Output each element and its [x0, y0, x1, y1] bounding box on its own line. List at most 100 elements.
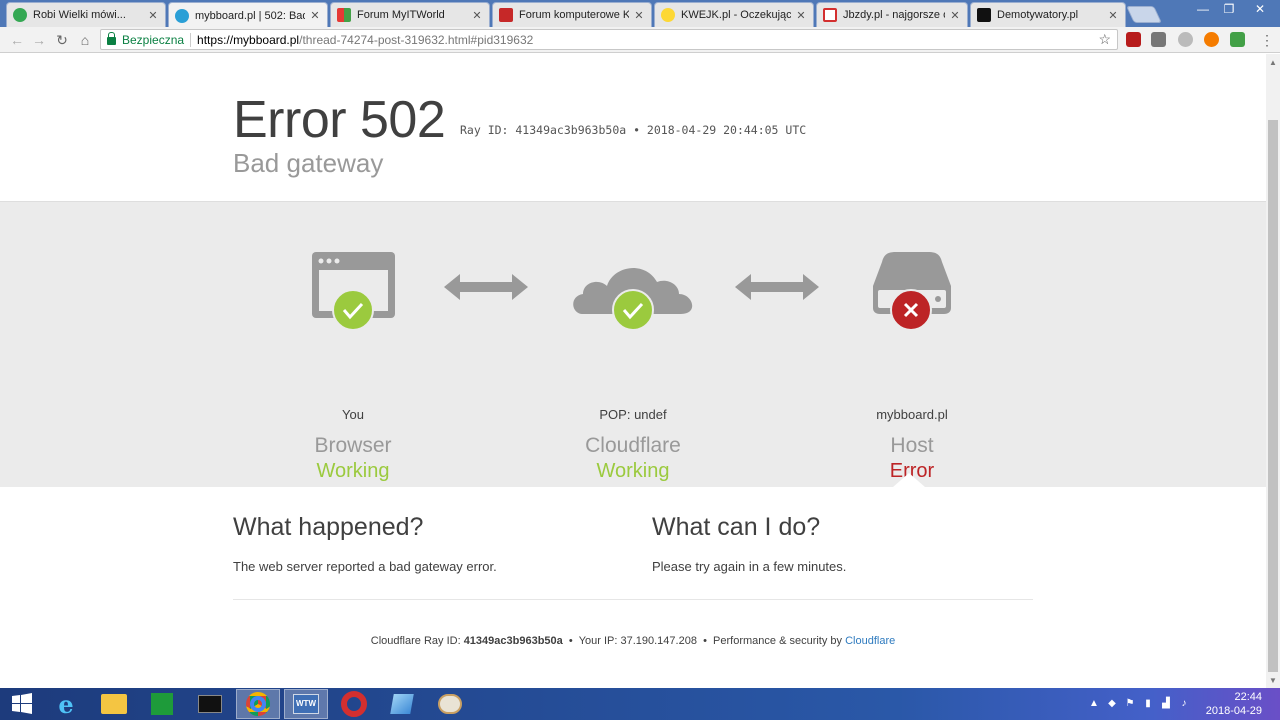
what-happened-text: The web server reported a bad gateway er… [233, 559, 497, 574]
footer-ray-id: 41349ac3b963b50a [463, 635, 563, 647]
error-pointer [893, 473, 925, 487]
page-content: Error 502 Ray ID: 41349ac3b963b50a • 201… [0, 54, 1266, 688]
reload-icon[interactable]: ↻ [53, 31, 71, 49]
status-diagram: You Browser Working POP: undef Cloudflar… [0, 201, 1266, 487]
footer: Cloudflare Ray ID: 41349ac3b963b50a • Yo… [370, 635, 896, 647]
clock-date[interactable]: 2018-04-29 [1206, 705, 1262, 717]
scroll-down-icon[interactable]: ▼ [1269, 676, 1277, 685]
what-happened-title: What happened? [233, 513, 424, 541]
browser-toolbar: ← → ↻ ⌂ Bezpieczna https://mybboard.pl /… [0, 27, 1280, 53]
node-type: Browser [314, 434, 392, 457]
close-window-icon[interactable]: ✕ [1245, 0, 1275, 20]
close-icon[interactable]: ✕ [795, 9, 807, 22]
error-header: Error 502 Ray ID: 41349ac3b963b50a • 201… [0, 54, 1266, 201]
tab-kwejk[interactable]: KWEJK.pl - Oczekujące - ✕ [654, 2, 814, 27]
tab-title: Demotywatory.pl [997, 9, 1079, 21]
divider [233, 599, 1033, 600]
show-hidden-icon[interactable]: ▲ [1088, 698, 1100, 710]
what-can-i-do-text: Please try again in a few minutes. [652, 559, 847, 574]
footer-ip: Your IP: 37.190.147.208 [578, 635, 697, 647]
orange-extension-icon[interactable] [1204, 32, 1219, 47]
home-icon[interactable]: ⌂ [76, 31, 94, 49]
error-code: Error 502 [233, 91, 446, 149]
windows-taskbar: e WTW ▲ ◆ ⚑ ▮ ▟ ♪ 22:44 2018-04-29 [0, 688, 1280, 720]
volume-muted-icon[interactable]: ♪ [1178, 698, 1190, 710]
ray-id-header: Ray ID: 41349ac3b963b50a • 2018-04-29 20… [460, 123, 807, 137]
flag-icon[interactable]: ⚑ [1124, 698, 1136, 710]
opera-icon[interactable] [332, 689, 376, 719]
paint-icon[interactable] [428, 689, 472, 719]
terminal-icon[interactable] [188, 689, 232, 719]
close-icon[interactable]: ✕ [1107, 9, 1119, 22]
moon-extension-icon[interactable] [1178, 32, 1193, 47]
tab-demotywatory[interactable]: Demotywatory.pl ✕ [970, 2, 1126, 27]
back-icon[interactable]: ← [8, 31, 26, 49]
tab-myitworld[interactable]: Forum MyITWorld ✕ [330, 2, 490, 27]
maximize-icon[interactable]: ❐ [1214, 0, 1244, 20]
cloudflare-link[interactable]: Cloudflare [845, 635, 895, 647]
demotywatory-icon [977, 8, 991, 22]
tab-mybboard[interactable]: mybboard.pl | 502: Bad g ✕ [168, 2, 328, 28]
new-tab-button[interactable] [1126, 6, 1162, 23]
chrome-icon[interactable] [236, 689, 280, 719]
browser-tabstrip: Robi Wielki mówi... ✕ mybboard.pl | 502:… [0, 0, 1280, 28]
tab-title: Forum komputerowe Ko [519, 9, 629, 21]
close-icon[interactable]: ✕ [309, 9, 321, 22]
clock-time[interactable]: 22:44 [1234, 691, 1262, 703]
node-status: Working [316, 460, 390, 482]
close-icon[interactable]: ✕ [471, 9, 483, 22]
scroll-thumb[interactable] [1268, 120, 1278, 672]
info-section: What happened? The web server reported a… [0, 487, 1266, 688]
node-type: Cloudflare [585, 434, 681, 457]
page-scrollbar[interactable]: ▲ ▼ [1266, 54, 1280, 688]
tab-jbzdy[interactable]: Jbzdy.pl - najgorsze obra ✕ [816, 2, 968, 27]
tab-forum-komputerowe[interactable]: Forum komputerowe Ko ✕ [492, 2, 652, 27]
server-icon [873, 252, 951, 331]
close-icon[interactable]: ✕ [949, 9, 961, 22]
scroll-up-icon[interactable]: ▲ [1269, 58, 1277, 67]
secure-label: Bezpieczna [122, 32, 185, 47]
tab-title: Jbzdy.pl - najgorsze obra [843, 9, 945, 21]
store-icon[interactable] [140, 689, 184, 719]
close-icon[interactable]: ✕ [633, 9, 645, 22]
error-description: Bad gateway [233, 148, 384, 178]
node-location: You [342, 407, 364, 422]
footer-performance: Performance & security by [713, 635, 843, 647]
camera-extension-icon[interactable] [1151, 32, 1166, 47]
start-button[interactable] [0, 689, 44, 719]
hangouts-icon [13, 8, 27, 22]
dropbox-icon[interactable]: ◆ [1106, 698, 1118, 710]
node-type: Host [890, 434, 934, 457]
address-bar[interactable]: Bezpieczna https://mybboard.pl /thread-7… [100, 29, 1118, 50]
forward-icon[interactable]: → [30, 31, 48, 49]
footer-ray-label: Cloudflare Ray ID: [370, 635, 461, 647]
menu-kebab-icon[interactable]: ⋮ [1258, 31, 1276, 49]
tab-title: Robi Wielki mówi... [33, 9, 126, 21]
battery-icon[interactable]: ▮ [1142, 698, 1154, 710]
browser-icon [312, 252, 395, 331]
jbzdy-icon [823, 8, 837, 22]
close-icon[interactable]: ✕ [147, 9, 159, 22]
windows-logo-icon [12, 693, 32, 714]
bookmark-star-icon[interactable]: ☆ [1098, 31, 1111, 48]
mybboard-icon [175, 8, 189, 23]
double-arrow-icon [444, 274, 528, 300]
wtw-app-icon[interactable]: WTW [284, 689, 328, 719]
forum-komputerowe-icon [499, 8, 513, 22]
file-explorer-icon[interactable] [92, 689, 136, 719]
node-status: Working [596, 460, 670, 482]
node-location: POP: undef [599, 407, 667, 422]
system-tray: ▲ ◆ ⚑ ▮ ▟ ♪ 22:44 2018-04-29 [1080, 688, 1280, 720]
green-extension-icon[interactable] [1230, 32, 1245, 47]
smiley-icon [661, 8, 675, 22]
url-host: https://mybboard.pl [197, 32, 300, 47]
lock-icon [107, 32, 116, 45]
what-can-i-do-title: What can I do? [652, 513, 821, 541]
ublock-icon[interactable] [1126, 32, 1141, 47]
notepad-icon[interactable] [380, 689, 424, 719]
network-icon[interactable]: ▟ [1160, 698, 1172, 710]
myitworld-icon [337, 8, 351, 22]
internet-explorer-icon[interactable]: e [44, 689, 88, 719]
tab-robi[interactable]: Robi Wielki mówi... ✕ [6, 2, 166, 27]
tab-title: Forum MyITWorld [357, 9, 445, 21]
